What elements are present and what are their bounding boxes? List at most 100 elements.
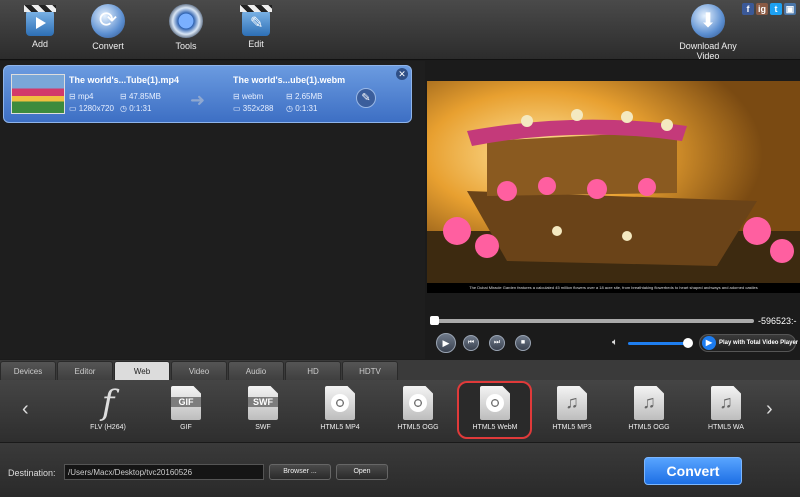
arrow-right-icon: ➜ [190,90,206,110]
format-html5-ogg-video[interactable]: HTML5 OGG [380,386,456,431]
volume-slider[interactable] [628,342,688,345]
music-note-icon [557,386,587,420]
tab-hd[interactable]: HD [285,361,341,380]
format-label: HTML5 MP3 [552,424,592,431]
chevron-left-icon[interactable]: ‹ [22,398,29,421]
tab-web[interactable]: Web [114,361,170,380]
convert-toolbar-button[interactable]: Convert [78,4,138,51]
format-html5-wav[interactable]: HTML5 WA [688,386,764,431]
tools-label: Tools [175,41,197,51]
target-resolution: ▭ 352x288 [233,104,274,113]
file-item[interactable]: The world's...Tube(1).mp4 ⊟ mp4 ⊟ 47.85M… [3,65,412,123]
swf-badge: SWF [248,397,278,407]
file-list: The world's...Tube(1).mp4 ⊟ mp4 ⊟ 47.85M… [0,61,425,359]
format-flv-h264[interactable]: f FLV (H264) [70,386,146,431]
player-logo-icon: ▶ [702,336,716,350]
format-label: HTML5 WA [708,424,744,431]
toolbar: Add Convert Tools Edit Download Any Vide… [0,0,800,61]
add-video-icon [24,5,56,36]
video-preview[interactable] [427,81,800,289]
volume-knob[interactable] [683,338,693,348]
format-label: SWF [255,424,271,431]
gif-file-icon: GIF [171,386,201,420]
format-html5-mp3[interactable]: HTML5 MP3 [534,386,610,431]
format-label: HTML5 MP4 [320,424,360,431]
facebook-icon[interactable]: f [742,3,754,15]
gif-badge: GIF [171,397,201,407]
format-label: HTML5 OGG [397,424,439,431]
twitter-icon[interactable]: t [770,3,782,15]
format-html5-ogg-audio[interactable]: HTML5 OGG [611,386,687,431]
swf-file-icon: SWF [248,386,278,420]
source-format: ⊟ mp4 [69,92,94,101]
download-label: Download Any Video [679,41,737,61]
destination-path-input[interactable] [64,464,264,480]
browse-button[interactable]: Browser ... [269,464,331,480]
skip-forward-icon: ⏭ [493,339,501,346]
film-reel-icon [480,386,510,420]
video-thumbnail [11,74,65,114]
format-html5-mp4[interactable]: HTML5 MP4 [302,386,378,431]
film-reel-icon [403,386,433,420]
previous-button[interactable]: ⏮ [463,335,479,351]
social-links: f ig t ▣ [742,3,796,15]
chat-icon[interactable]: ▣ [784,3,796,15]
film-reel-icon [325,386,355,420]
video-caption: The Dubai Miracle Garden features a calc… [427,283,800,293]
instagram-icon[interactable]: ig [756,3,768,15]
add-button[interactable]: Add [10,4,70,49]
format-gif[interactable]: GIF GIF [148,386,224,431]
play-with-total-video-player-button[interactable]: ▶ Play with Total Video Player [699,334,799,352]
edit-button[interactable]: Edit [226,4,286,49]
target-format: ⊟ webm [233,92,264,101]
seek-knob[interactable] [430,316,439,325]
tab-audio[interactable]: Audio [228,361,284,380]
edit-label: Edit [248,39,264,49]
target-title: The world's...ube(1).webm [233,75,346,85]
volume-icon[interactable]: 🔈︎ [612,337,618,348]
time-display: -596523:- [758,316,797,326]
stop-icon: ■ [520,339,526,346]
play-icon: ▶ [442,338,450,348]
skip-back-icon: ⏮ [467,339,475,346]
tools-button[interactable]: Tools [156,4,216,51]
download-any-video-button[interactable]: Download Any Video [668,4,748,61]
clapper-edit-icon [240,5,272,36]
chevron-right-icon[interactable]: › [766,398,773,421]
format-swf[interactable]: SWF SWF [225,386,301,431]
tab-hdtv[interactable]: HDTV [342,361,398,380]
music-note-icon [711,386,741,420]
tab-devices[interactable]: Devices [0,361,56,380]
convert-button[interactable]: Convert [644,457,742,485]
add-label: Add [31,39,48,49]
gear-icon [169,4,203,38]
close-icon[interactable]: ✕ [396,68,408,80]
flash-icon: f [101,383,115,423]
tab-editor[interactable]: Editor [57,361,113,380]
download-icon [691,4,725,38]
target-duration: ◷ 0:1:31 [286,104,318,113]
format-label: GIF [180,424,192,431]
format-label: HTML5 WebM [472,424,518,431]
category-tabs: Devices Editor Web Video Audio HD HDTV [0,360,800,380]
play-with-total-label: Play with Total Video Player [719,340,799,346]
format-label: FLV (H264) [90,424,126,431]
tab-video[interactable]: Video [171,361,227,380]
play-button[interactable]: ▶ [436,333,456,353]
destination-label: Destination: [8,468,56,478]
source-title: The world's...Tube(1).mp4 [69,75,179,85]
source-duration: ◷ 0:1:31 [120,104,152,113]
stop-button[interactable]: ■ [515,335,531,351]
convert-label: Convert [92,41,124,51]
seek-bar[interactable] [430,316,754,325]
open-button[interactable]: Open [336,464,388,480]
source-size: ⊟ 47.85MB [120,92,161,101]
next-button[interactable]: ⏭ [489,335,505,351]
source-resolution: ▭ 1280x720 [69,104,114,113]
pencil-icon[interactable]: ✎ [356,88,376,108]
format-html5-webm[interactable]: HTML5 WebM [457,386,533,431]
preview-frame [427,81,800,289]
music-note-icon [634,386,664,420]
convert-icon [91,4,125,38]
format-label: HTML5 OGG [628,424,670,431]
